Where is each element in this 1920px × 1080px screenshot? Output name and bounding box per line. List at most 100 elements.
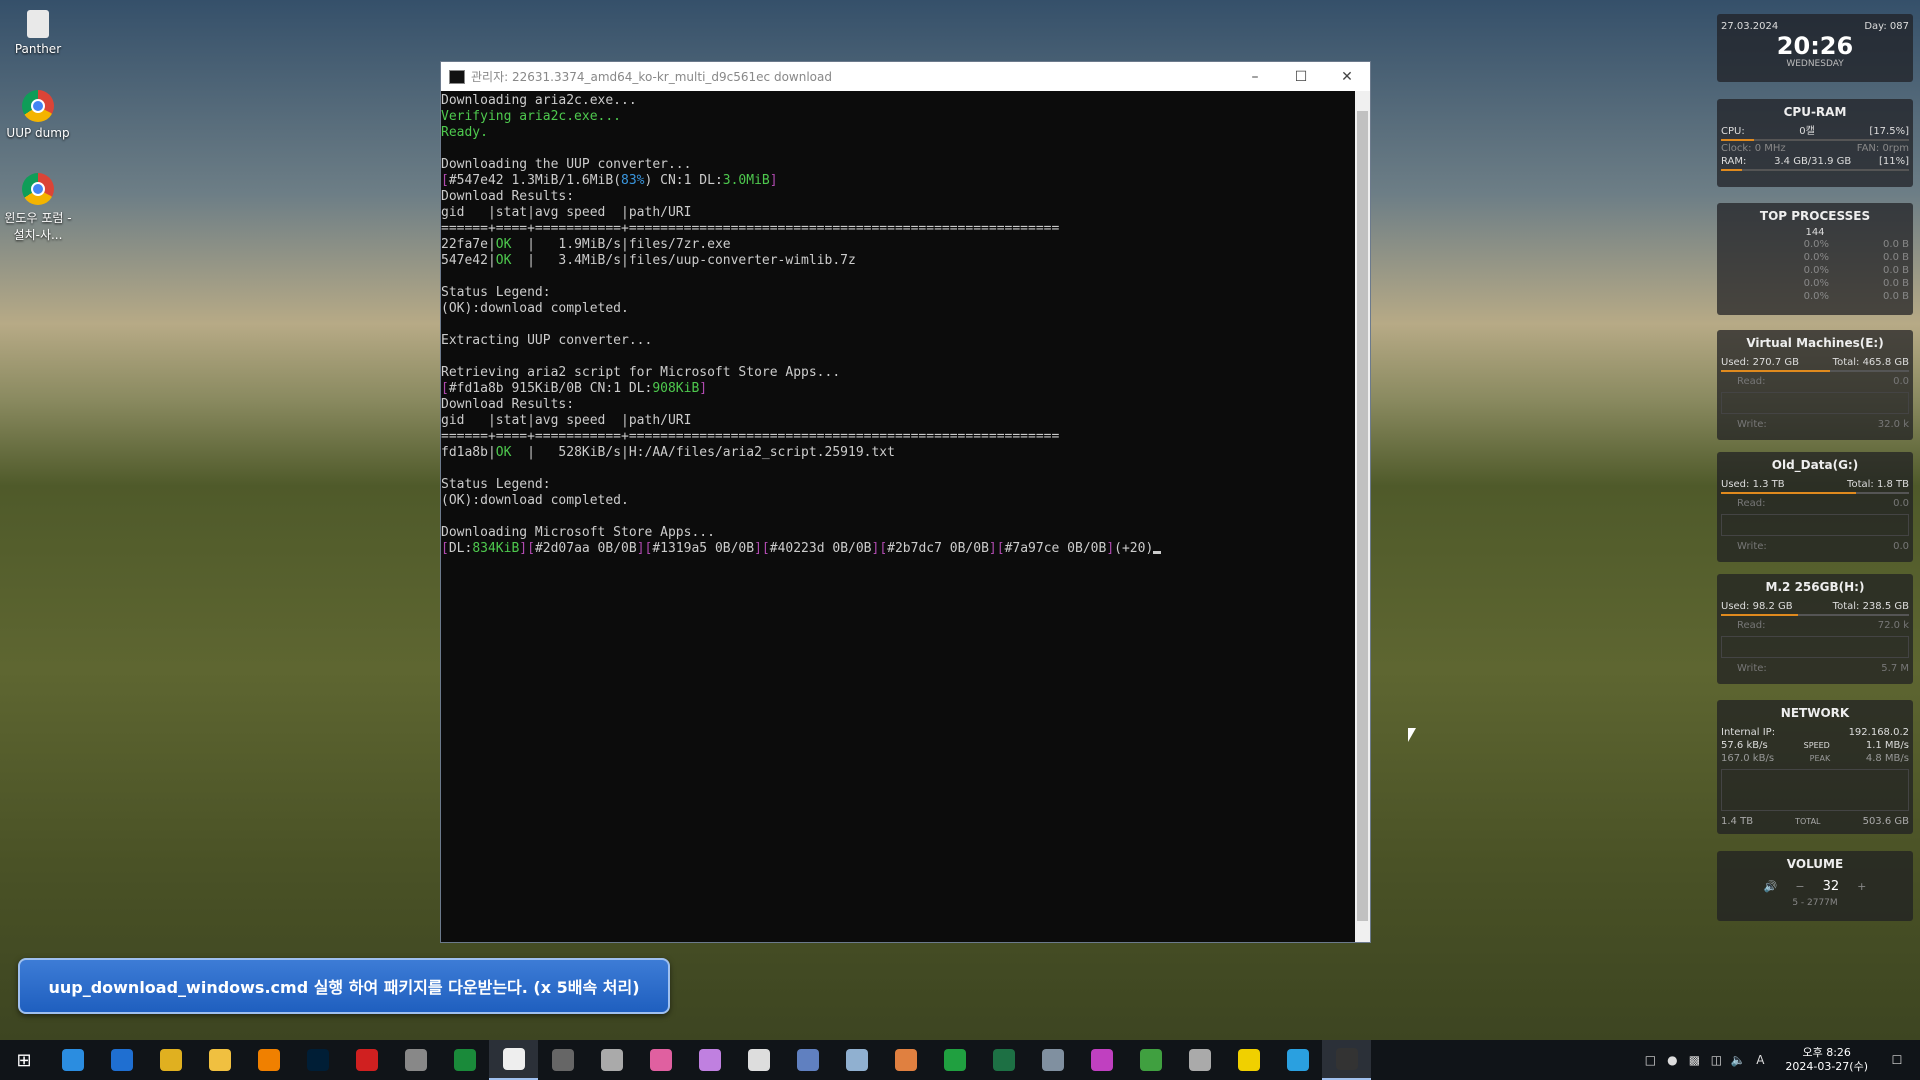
console-text: 3.0MiB (722, 173, 770, 188)
taskbar-app-button[interactable] (1126, 1040, 1175, 1080)
download-rate: 167.0 kB/s (1721, 753, 1775, 764)
avast-icon (257, 1049, 280, 1071)
volume-up-button[interactable]: + (1857, 880, 1866, 893)
taskbar-app-button[interactable] (1175, 1040, 1224, 1080)
upload-rate: 57.6 kB/s (1721, 740, 1768, 751)
console-text: Download Results: (441, 397, 575, 412)
process-mem: 0.0 B (1883, 265, 1909, 276)
maximize-button[interactable]: ☐ (1278, 69, 1324, 85)
chrome-icon (22, 173, 54, 205)
mouse-cursor-icon (1408, 728, 1416, 742)
taskbar-app-button[interactable] (293, 1040, 342, 1080)
console-text: Extracting UUP converter... (441, 333, 653, 348)
taskbar-app-button[interactable] (881, 1040, 930, 1080)
taskbar-app-button[interactable] (342, 1040, 391, 1080)
volume-icon[interactable]: 🔈 (1727, 1053, 1749, 1067)
taskbar: ⊞ □ ● ▩ ◫ 🔈 A 오후 8:26 2024-03-27(수) ☐ (0, 1040, 1920, 1080)
console-text: gid |stat|avg speed |path/URI (441, 205, 692, 220)
minimize-button[interactable]: – (1232, 69, 1278, 85)
scrollbar-thumb[interactable] (1357, 111, 1368, 921)
taskbar-app-button[interactable] (195, 1040, 244, 1080)
process-row: 0.0% 0.0 B (1717, 238, 1913, 251)
drive-usage-bar (1721, 492, 1857, 494)
speaker-icon[interactable]: 🔊 (1764, 880, 1778, 893)
task-view-icon[interactable]: □ (1639, 1053, 1661, 1067)
console-text: 834KiB (472, 541, 520, 556)
clock-widget: 27.03.2024 Day: 087 20:26 WEDNESDAY (1717, 14, 1913, 82)
drive-used: Used: 98.2 GB (1721, 601, 1793, 612)
taskbar-app-button[interactable] (146, 1040, 195, 1080)
taskbar-app-button[interactable] (685, 1040, 734, 1080)
console-line: Extracting UUP converter... (441, 333, 1355, 349)
taskbar-app-button[interactable] (930, 1040, 979, 1080)
taskbar-clock[interactable]: 오후 8:26 2024-03-27(수) (1785, 1046, 1868, 1074)
taskbar-app-button[interactable] (1322, 1040, 1371, 1080)
console-text: fd1a8b| (441, 445, 496, 460)
desktop-icon-panther[interactable]: Panther (0, 10, 76, 56)
taskbar-app-button[interactable] (1273, 1040, 1322, 1080)
console-text: Ready. (441, 125, 488, 140)
chrome-icon (159, 1049, 182, 1071)
taskbar-app-button[interactable] (1028, 1040, 1077, 1080)
taskbar-app-button[interactable] (636, 1040, 685, 1080)
total-label: TOTAL (1795, 817, 1821, 826)
start-button[interactable]: ⊞ (0, 1040, 48, 1080)
console-window[interactable]: 관리자: 22631.3374_amd64_ko-kr_multi_d9c561… (440, 61, 1371, 943)
taskbar-app-button[interactable] (832, 1040, 881, 1080)
console-line: Download Results: (441, 397, 1355, 413)
taskbar-app-button[interactable] (97, 1040, 146, 1080)
desktop-icon-uup-dump[interactable]: UUP dump (0, 90, 76, 140)
console-text: (+20) (1114, 541, 1154, 556)
taskbar-app-button[interactable] (734, 1040, 783, 1080)
process-row: 0.0% 0.0 B (1717, 251, 1913, 264)
peak-label: PEAK (1809, 754, 1831, 763)
write-value: 5.7 M (1881, 663, 1909, 674)
console-titlebar[interactable]: 관리자: 22631.3374_amd64_ko-kr_multi_d9c561… (441, 62, 1370, 91)
console-line: Downloading aria2c.exe... (441, 93, 1355, 109)
excel-icon (992, 1049, 1015, 1071)
taskbar-app-button[interactable] (783, 1040, 832, 1080)
console-text: #1319a5 0B/0B (652, 541, 755, 556)
taskbar-app-button[interactable] (391, 1040, 440, 1080)
console-text: ][ (754, 541, 770, 556)
taskbar-app-button[interactable] (538, 1040, 587, 1080)
console-output[interactable]: Downloading aria2c.exe... Verifying aria2… (441, 91, 1355, 942)
taskbar-app-button[interactable] (1224, 1040, 1273, 1080)
console-line: Download Results: (441, 189, 1355, 205)
console-text: 83% (621, 173, 645, 188)
write-value: 32.0 k (1877, 419, 1909, 430)
speed-label: SPEED (1803, 741, 1830, 750)
read-label: Read: (1737, 376, 1766, 387)
widget-title: VOLUME (1786, 857, 1844, 871)
widget-time: 20:26 (1776, 32, 1854, 60)
taskbar-app-button[interactable] (244, 1040, 293, 1080)
read-value: 0.0 (1893, 376, 1909, 387)
taskbar-app-button[interactable] (979, 1040, 1028, 1080)
app-d-icon (747, 1049, 770, 1071)
console-text: ][ (988, 541, 1005, 556)
console-text: gid |stat|avg speed |path/URI (441, 413, 692, 428)
app-c-active-icon (502, 1048, 525, 1070)
network-icon[interactable]: ◫ (1705, 1053, 1727, 1067)
desktop-icon-windows-forum[interactable]: 윈도우 포럼 - 설치-사... (0, 173, 76, 243)
ime-indicator[interactable]: A (1749, 1053, 1771, 1067)
app-tag-icon (600, 1049, 623, 1071)
desktop-icon-label: UUP dump (6, 126, 70, 140)
taskbar-app-button[interactable] (440, 1040, 489, 1080)
close-button[interactable]: ✕ (1324, 69, 1370, 85)
read-label: Read: (1737, 620, 1766, 631)
write-label: Write: (1737, 419, 1767, 430)
console-text: ] (1106, 541, 1115, 556)
taskbar-app-button[interactable] (489, 1040, 538, 1080)
tray-network-icon[interactable]: ▩ (1683, 1053, 1705, 1067)
notification-icon[interactable]: ☐ (1886, 1053, 1908, 1067)
volume-down-button[interactable]: − (1795, 880, 1804, 893)
console-scrollbar[interactable] (1355, 91, 1370, 942)
taskbar-app-button[interactable] (1077, 1040, 1126, 1080)
taskbar-app-button[interactable] (587, 1040, 636, 1080)
taskbar-app-button[interactable] (48, 1040, 97, 1080)
tray-app-icon[interactable]: ● (1661, 1053, 1683, 1067)
app-pen-icon (845, 1049, 868, 1071)
